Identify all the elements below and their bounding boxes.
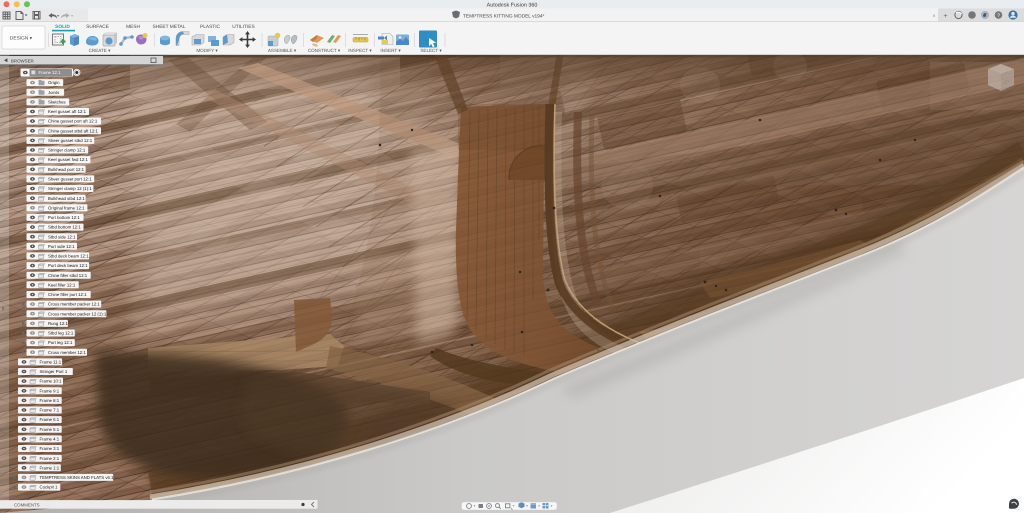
svg-text:Port deck beam 12:1: Port deck beam 12:1 — [48, 263, 88, 268]
svg-text:MODIFY ▾: MODIFY ▾ — [196, 48, 218, 53]
svg-text:Stbd deck beam 12:1: Stbd deck beam 12:1 — [48, 254, 89, 259]
svg-text:Keel gusset fwd 12:1: Keel gusset fwd 12:1 — [48, 157, 89, 162]
svg-text:Original frame 12:1: Original frame 12:1 — [48, 205, 85, 210]
svg-text:UTILITIES: UTILITIES — [232, 24, 254, 30]
svg-text:ASSEMBLE ▾: ASSEMBLE ▾ — [268, 48, 297, 53]
svg-text:INSERT ▾: INSERT ▾ — [380, 48, 401, 53]
svg-text:MESH: MESH — [126, 24, 140, 30]
svg-text:Frame 12:1: Frame 12:1 — [39, 70, 62, 75]
svg-text:Cross member 12:1: Cross member 12:1 — [48, 350, 86, 355]
svg-text:Frame 3:1: Frame 3:1 — [40, 446, 60, 451]
svg-text:Cockpit 1: Cockpit 1 — [40, 485, 59, 490]
svg-text:Chine gusset stbd aft 12:1: Chine gusset stbd aft 12:1 — [48, 128, 99, 133]
svg-text:×: × — [932, 13, 935, 19]
svg-text:TEMPTRESS SKINS AND FLATS v6:1: TEMPTRESS SKINS AND FLATS v6:1 — [40, 475, 115, 480]
svg-text:Frame 2:1: Frame 2:1 — [40, 456, 60, 461]
svg-text:Stbd leg 12:1: Stbd leg 12:1 — [48, 331, 74, 336]
svg-text:SELECT ▾: SELECT ▾ — [420, 48, 442, 53]
svg-text:COMMENTS: COMMENTS — [14, 503, 40, 508]
svg-text:Cross member packer 12 (1):1: Cross member packer 12 (1):1 — [48, 311, 107, 316]
svg-text:Frame 10:1: Frame 10:1 — [40, 379, 63, 384]
svg-text:Frame 9:1: Frame 9:1 — [40, 388, 60, 393]
svg-text:Origin: Origin — [48, 80, 60, 85]
svg-text:Frame 5:1: Frame 5:1 — [40, 427, 60, 432]
svg-text:Stringer clamp 12 (1):1: Stringer clamp 12 (1):1 — [48, 186, 92, 191]
svg-text:TEMPTRESS KITTING MODEL v194*: TEMPTRESS KITTING MODEL v194* — [463, 14, 545, 20]
svg-text:Frame 4:1: Frame 4:1 — [40, 437, 60, 442]
svg-text:Sketches: Sketches — [48, 100, 66, 105]
svg-text:Frame 7:1: Frame 7:1 — [40, 408, 60, 413]
svg-text:?: ? — [997, 13, 1000, 19]
svg-text:DESIGN ▾: DESIGN ▾ — [10, 36, 33, 42]
svg-text:Frame 8:1: Frame 8:1 — [40, 398, 60, 403]
svg-text:SURFACE: SURFACE — [86, 24, 109, 30]
svg-text:Frame 6:1: Frame 6:1 — [40, 417, 60, 422]
svg-text:Port bottom 12:1: Port bottom 12:1 — [48, 215, 80, 220]
svg-text:Port leg 12:1: Port leg 12:1 — [48, 340, 73, 345]
svg-text:Bulkhead stbd 12:1: Bulkhead stbd 12:1 — [48, 196, 85, 201]
svg-text:Bulkhead port 12:1: Bulkhead port 12:1 — [48, 167, 85, 172]
svg-text:SOLID: SOLID — [55, 24, 70, 30]
svg-text:Keel gusset aft 12:1: Keel gusset aft 12:1 — [48, 109, 87, 114]
svg-text:Sheer gusset port 12:1: Sheer gusset port 12:1 — [48, 177, 92, 182]
svg-text:Stbd bottom 12:1: Stbd bottom 12:1 — [48, 225, 81, 230]
svg-text:Stringer clamp 12:1: Stringer clamp 12:1 — [48, 148, 86, 153]
svg-text:BROWSER: BROWSER — [11, 58, 34, 63]
svg-text:Frame 1:1: Frame 1:1 — [40, 465, 60, 470]
svg-text:Stbd side 12:1: Stbd side 12:1 — [48, 234, 76, 239]
svg-text:SHEET METAL: SHEET METAL — [153, 24, 186, 30]
svg-text:Sheer gusset stbd 12:1: Sheer gusset stbd 12:1 — [48, 138, 93, 143]
svg-text:Rung 12:1: Rung 12:1 — [48, 321, 68, 326]
svg-text:Autodesk Fusion 360: Autodesk Fusion 360 — [487, 2, 538, 8]
svg-text:Stringer Port 1: Stringer Port 1 — [40, 369, 68, 374]
svg-text:CREATE ▾: CREATE ▾ — [89, 48, 112, 53]
svg-text:Keel filler 12:1: Keel filler 12:1 — [48, 282, 76, 287]
svg-text:Port side 12:1: Port side 12:1 — [48, 244, 75, 249]
svg-text:+: + — [943, 13, 947, 20]
svg-text:PLASTIC: PLASTIC — [200, 24, 221, 30]
svg-text:Frame 11:1: Frame 11:1 — [40, 360, 62, 365]
svg-text:Chine filler port 12:1: Chine filler port 12:1 — [48, 292, 87, 297]
svg-text:Chine filler stbd 12:1: Chine filler stbd 12:1 — [48, 273, 88, 278]
svg-text:CONSTRUCT ▾: CONSTRUCT ▾ — [308, 48, 341, 53]
svg-text:Chine gusset port aft 12:1: Chine gusset port aft 12:1 — [48, 119, 98, 124]
svg-text:Cross member packer 12:1: Cross member packer 12:1 — [48, 302, 100, 307]
svg-text:Joints: Joints — [48, 90, 59, 95]
svg-text:INSPECT ▾: INSPECT ▾ — [348, 48, 372, 53]
